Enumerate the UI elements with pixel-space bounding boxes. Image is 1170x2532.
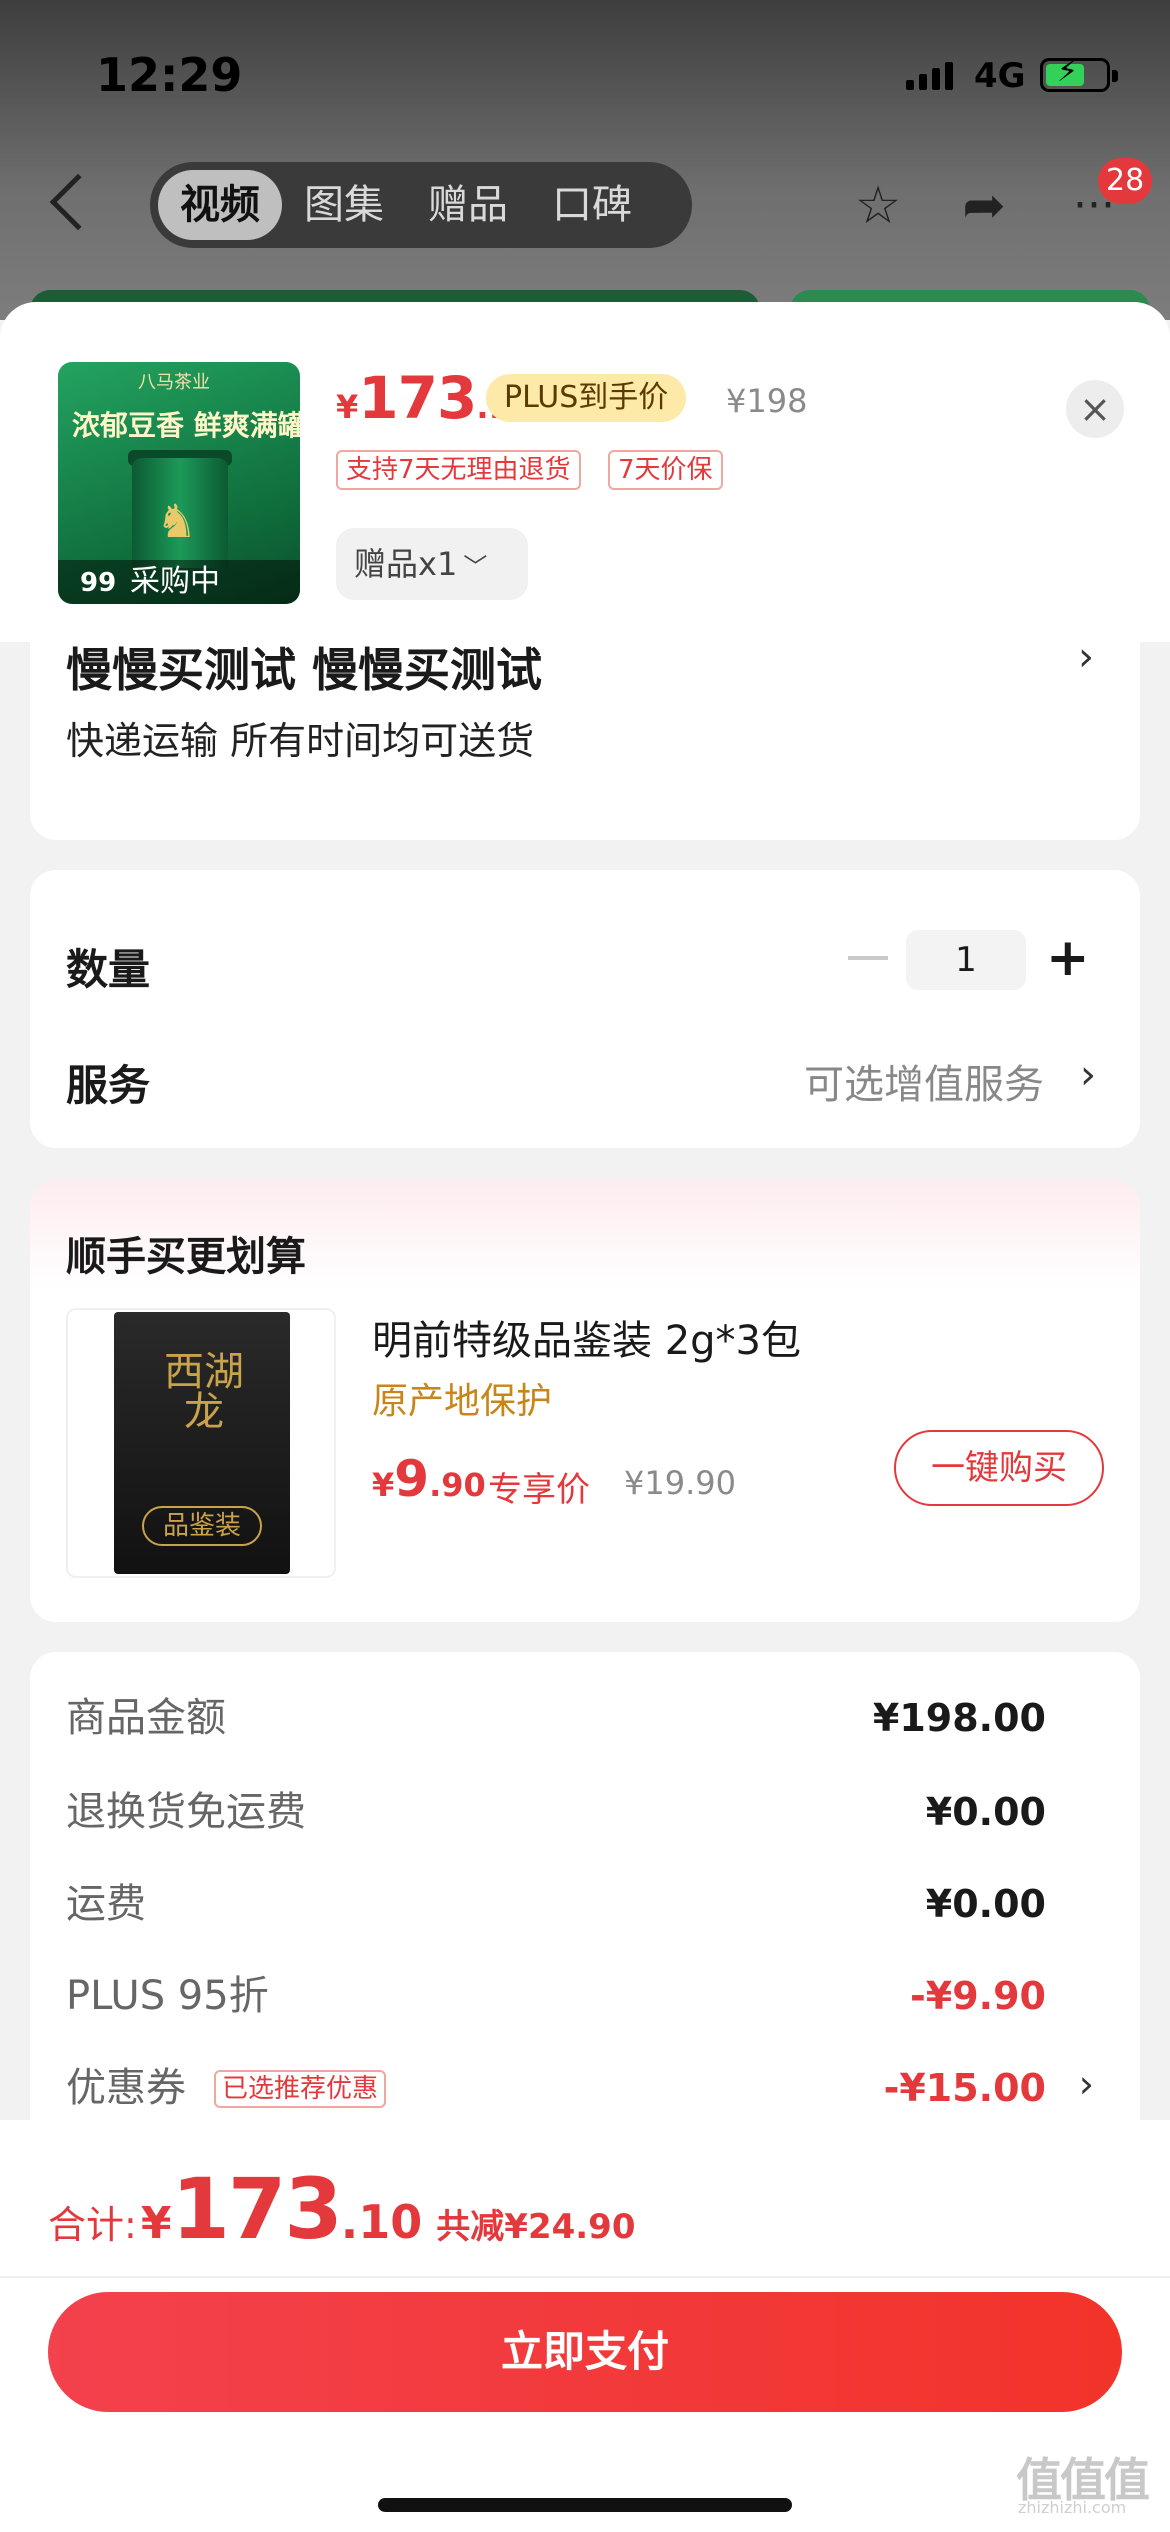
quantity-increase-button[interactable]: + xyxy=(1046,928,1090,988)
tab-video[interactable]: 视频 xyxy=(158,170,282,240)
address-card[interactable]: 慢慢买测试 慢慢买测试 › 快递运输 所有时间均可送货 xyxy=(30,610,1140,840)
status-time: 12:29 xyxy=(96,48,243,102)
fee-row: 商品金额 ¥198.00 xyxy=(66,1688,1046,1748)
tab-gallery[interactable]: 图集 xyxy=(282,170,406,240)
delivery-info: 快递运输 所有时间均可送货 xyxy=(66,719,535,763)
addon-product-name[interactable]: 明前特级品鉴装 2g*3包 xyxy=(372,1308,801,1366)
share-icon[interactable]: ➦ xyxy=(954,176,1014,236)
product-thumbnail[interactable]: 八马茶业 浓郁豆香 鲜爽满罐 ♞ 99 采购中 xyxy=(58,362,300,604)
addon-price: ¥9.90 xyxy=(372,1450,486,1508)
thumb-badge: 99 xyxy=(80,568,117,598)
fee-row: 退换货免运费 ¥0.00 xyxy=(66,1782,1046,1842)
fee-value: ¥0.00 xyxy=(925,1882,1046,1926)
message-count-badge: 28 xyxy=(1098,158,1153,204)
tea-box-logo: 西湖龙 xyxy=(164,1349,244,1435)
star-icon[interactable]: ☆ xyxy=(848,176,908,236)
fee-label: 运费 xyxy=(66,1881,146,1927)
address-name: 慢慢买测试 慢慢买测试 xyxy=(66,643,543,697)
tea-box-label: 品鉴装 xyxy=(142,1506,262,1546)
coupon-row[interactable]: 优惠券 已选推荐优惠 -¥15.00 xyxy=(66,2058,1046,2118)
service-tag-price-protect: 7天价保 xyxy=(608,450,723,490)
fee-label: 商品金额 xyxy=(66,1695,226,1741)
quantity-value[interactable]: 1 xyxy=(906,930,1026,990)
fee-value: -¥9.90 xyxy=(910,1974,1046,2018)
plus-price-tag: PLUS到手价 xyxy=(486,374,687,422)
tab-gift[interactable]: 赠品 xyxy=(406,170,530,240)
addon-product-image[interactable]: 西湖龙 品鉴装 xyxy=(66,1308,336,1578)
coupon-tag: 已选推荐优惠 xyxy=(214,2070,387,2108)
addon-original-price: ¥19.90 xyxy=(624,1464,736,1502)
service-value[interactable]: 可选增值服务 xyxy=(804,1052,1044,1110)
fee-value: ¥198.00 xyxy=(872,1696,1046,1740)
chevron-down-icon: ﹀ xyxy=(463,553,488,581)
close-button[interactable]: × xyxy=(1066,380,1124,438)
fee-label: 退换货免运费 xyxy=(66,1789,306,1835)
horse-logo-icon: ♞ xyxy=(156,494,198,548)
chevron-right-icon[interactable]: › xyxy=(1079,2062,1094,2106)
checkout-bar: 合计:¥173.10 共减¥24.90 立即支付 xyxy=(0,2120,1170,2532)
network-type: 4G xyxy=(974,56,1026,96)
quantity-label: 数量 xyxy=(66,945,151,994)
fee-row: 运费 ¥0.00 xyxy=(66,1874,1046,1934)
addon-price-tag: 专享价 xyxy=(488,1470,590,1510)
battery-icon: ⚡ xyxy=(1040,57,1118,92)
order-total: 合计:¥173.10 共减¥24.90 xyxy=(48,2160,636,2258)
home-indicator[interactable] xyxy=(378,2498,792,2512)
one-click-buy-button[interactable]: 一键购买 xyxy=(894,1430,1104,1506)
status-bar: 12:29 4G ⚡ xyxy=(0,44,1170,104)
thumb-slogan: 浓郁豆香 鲜爽满罐 xyxy=(72,409,300,442)
purchase-sheet-header: 八马茶业 浓郁豆香 鲜爽满罐 ♞ 99 采购中 ¥173.1 PLUS到手价 ¥… xyxy=(0,302,1170,642)
chevron-left-icon[interactable] xyxy=(49,173,107,231)
product-nav-bar: 视频 图集 赠品 口碑 ☆ ➦ ··· 28 xyxy=(0,158,1170,248)
addon-title: 顺手买更划算 xyxy=(66,1234,306,1280)
addon-card: 顺手买更划算 西湖龙 品鉴装 明前特级品鉴装 2g*3包 原产地保护 ¥9.90… xyxy=(30,1180,1140,1622)
quantity-decrease-button[interactable] xyxy=(848,956,888,960)
fee-row: PLUS 95折 -¥9.90 xyxy=(66,1966,1046,2026)
service-label: 服务 xyxy=(66,1061,151,1110)
watermark-url: zhizhizhi.com xyxy=(1018,2498,1127,2517)
media-tabs: 视频 图集 赠品 口碑 xyxy=(150,162,692,248)
tab-reviews[interactable]: 口碑 xyxy=(530,170,654,240)
gift-selector[interactable]: 赠品x1 ﹀ xyxy=(336,528,528,600)
fee-label: PLUS 95折 xyxy=(66,1973,269,2019)
gift-label: 赠品x1 xyxy=(354,545,458,583)
options-card: 数量 1 + 服务 可选增值服务 › xyxy=(30,870,1140,1148)
fee-label: 优惠券 xyxy=(66,2065,186,2111)
thumb-status: 采购中 xyxy=(130,564,220,599)
fee-value: ¥0.00 xyxy=(925,1790,1046,1834)
total-saved: 共减¥24.90 xyxy=(436,2207,636,2247)
thumb-brand: 八马茶业 xyxy=(138,372,210,393)
chevron-right-icon[interactable]: › xyxy=(1080,1052,1096,1098)
service-tag-return: 支持7天无理由退货 xyxy=(336,450,581,490)
tea-box-image: 西湖龙 品鉴装 xyxy=(114,1312,290,1574)
addon-origin-tag: 原产地保护 xyxy=(372,1381,553,1422)
pay-now-button[interactable]: 立即支付 xyxy=(48,2292,1122,2412)
price-breakdown-card: 商品金额 ¥198.00 退换货免运费 ¥0.00 运费 ¥0.00 PLUS … xyxy=(30,1652,1140,2172)
signal-icon xyxy=(906,60,953,90)
original-price: ¥198 xyxy=(726,382,808,420)
fee-value: -¥15.00 xyxy=(883,2066,1046,2110)
product-price: ¥173.1 xyxy=(336,364,511,432)
